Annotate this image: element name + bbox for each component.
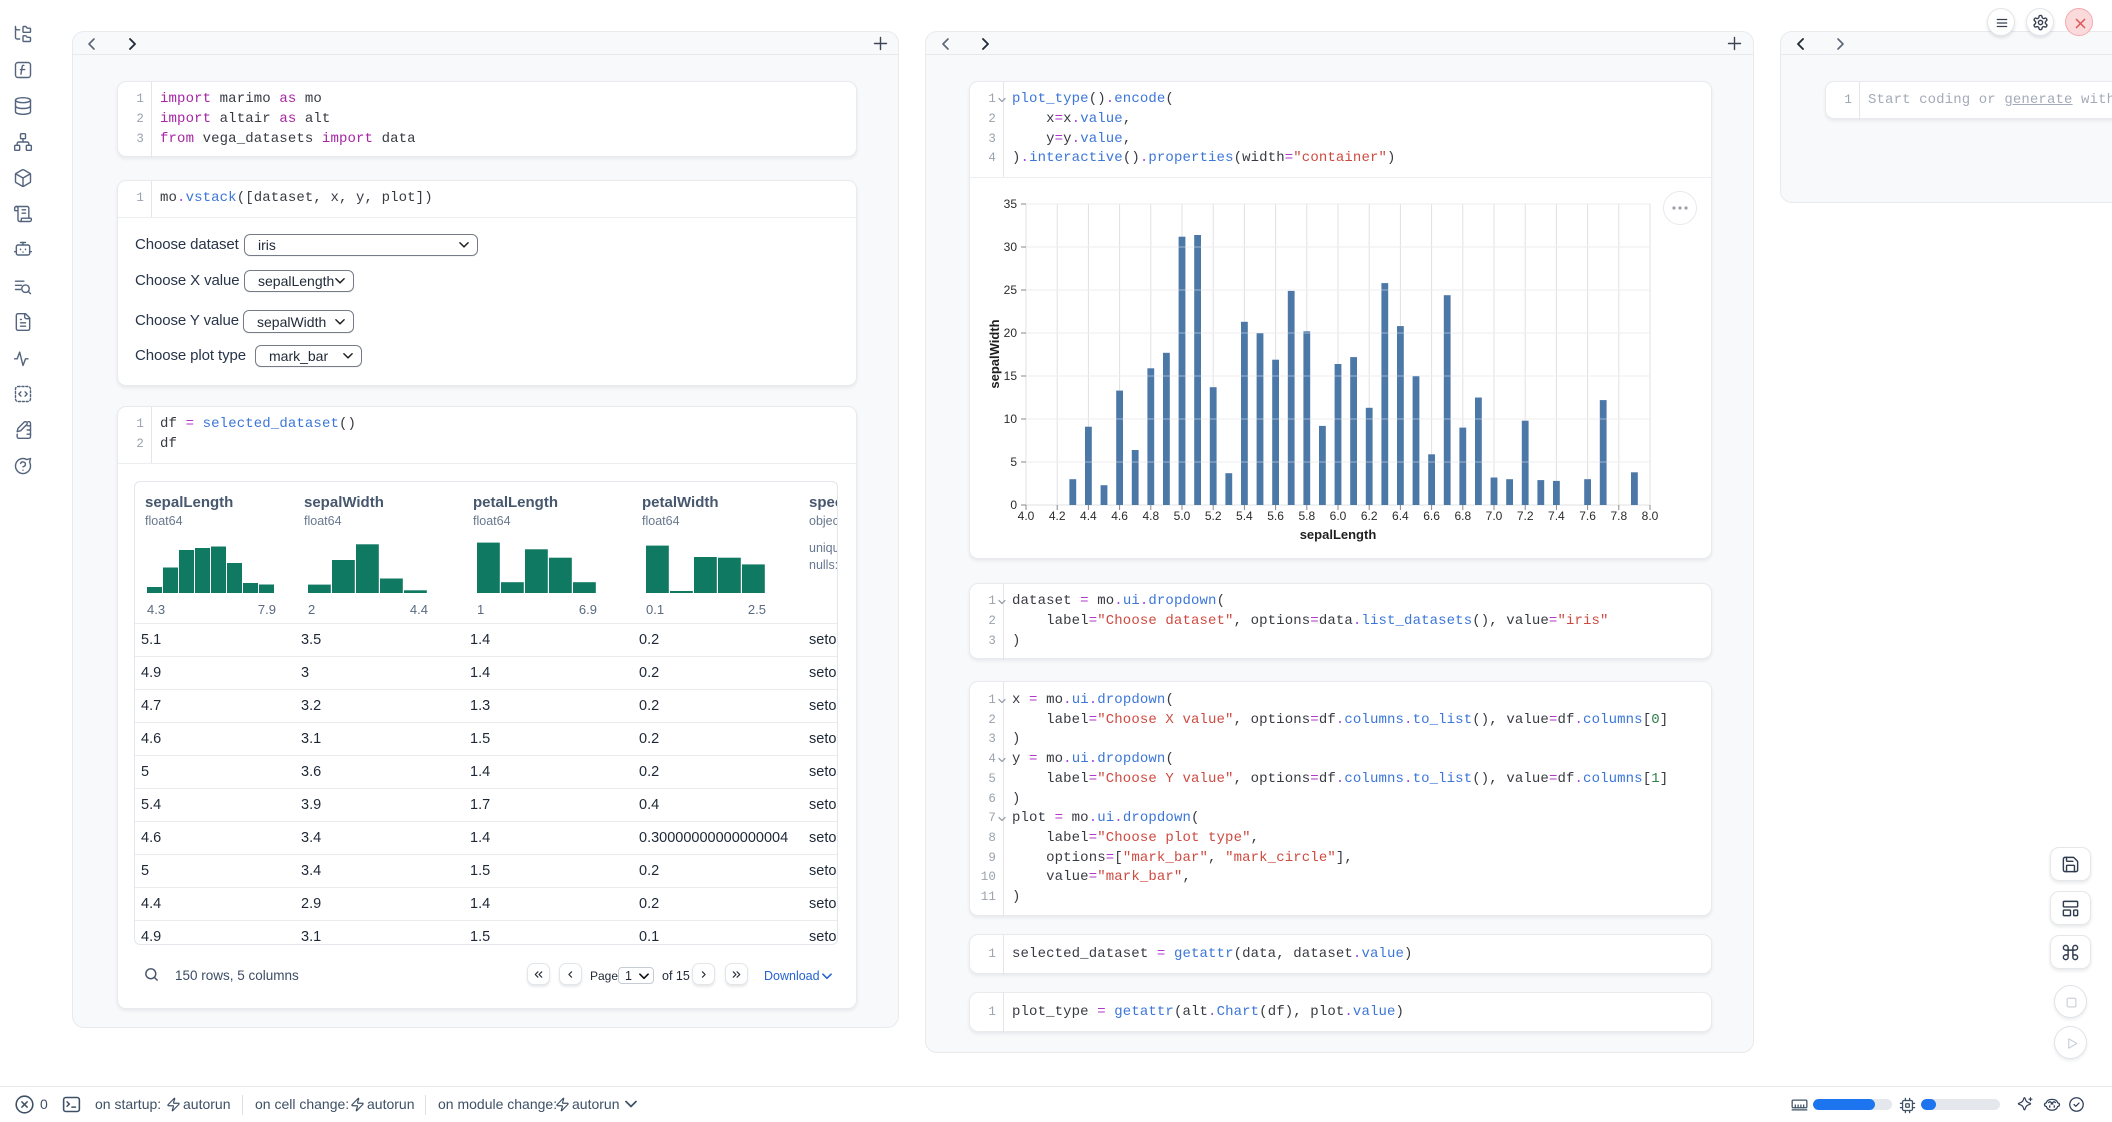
svg-text:10: 10: [1004, 412, 1018, 426]
svg-text:6.8: 6.8: [1454, 509, 1471, 523]
svg-text:25: 25: [1004, 283, 1018, 297]
svg-text:4.0: 4.0: [1018, 509, 1035, 523]
svg-text:7.2: 7.2: [1517, 509, 1534, 523]
svg-text:6.0: 6.0: [1330, 509, 1347, 523]
svg-text:20: 20: [1004, 326, 1018, 340]
svg-text:5.8: 5.8: [1298, 509, 1315, 523]
svg-text:5.6: 5.6: [1267, 509, 1284, 523]
svg-text:6.6: 6.6: [1423, 509, 1440, 523]
svg-text:8.0: 8.0: [1642, 509, 1659, 523]
svg-text:7.4: 7.4: [1548, 509, 1565, 523]
svg-text:5: 5: [1010, 455, 1017, 469]
svg-text:4.2: 4.2: [1049, 509, 1066, 523]
svg-text:7.8: 7.8: [1610, 509, 1627, 523]
svg-text:6.4: 6.4: [1392, 509, 1409, 523]
svg-text:6.2: 6.2: [1361, 509, 1378, 523]
svg-text:7.0: 7.0: [1486, 509, 1503, 523]
svg-text:4.8: 4.8: [1142, 509, 1159, 523]
svg-text:35: 35: [1004, 197, 1018, 211]
svg-text:15: 15: [1004, 369, 1018, 383]
svg-text:5.4: 5.4: [1236, 509, 1253, 523]
svg-text:4.6: 4.6: [1111, 509, 1128, 523]
svg-text:0: 0: [1010, 498, 1017, 512]
svg-text:7.6: 7.6: [1579, 509, 1596, 523]
svg-text:30: 30: [1004, 240, 1018, 254]
svg-text:sepalLength: sepalLength: [1300, 527, 1377, 542]
svg-text:5.0: 5.0: [1174, 509, 1191, 523]
svg-text:sepalWidth: sepalWidth: [987, 319, 1002, 388]
svg-text:4.4: 4.4: [1080, 509, 1097, 523]
svg-text:5.2: 5.2: [1205, 509, 1222, 523]
